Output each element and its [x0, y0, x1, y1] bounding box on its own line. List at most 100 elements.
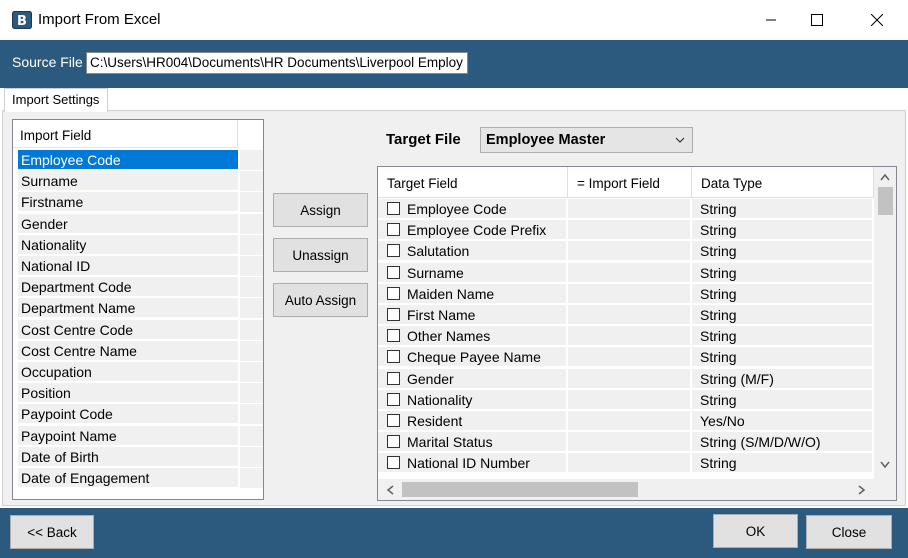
import-field-row[interactable]: National ID	[18, 256, 263, 277]
minimize-button[interactable]	[748, 0, 794, 40]
import-field-cell[interactable]	[568, 199, 690, 219]
vertical-scrollbar[interactable]	[874, 167, 896, 479]
import-field-cell[interactable]	[568, 283, 690, 304]
import-field-row[interactable]: Position	[18, 383, 263, 405]
row-checkbox[interactable]	[387, 456, 400, 470]
data-type-cell: String	[692, 241, 872, 262]
import-field-row[interactable]: Gender	[18, 213, 263, 235]
import-field-cell[interactable]	[568, 220, 690, 241]
import-field-cell[interactable]	[568, 347, 690, 368]
close-window-button[interactable]	[854, 0, 900, 40]
import-field-label: Paypoint Name	[18, 425, 238, 446]
row-checkbox[interactable]	[387, 435, 400, 449]
auto-assign-button[interactable]: Auto Assign	[273, 283, 368, 317]
import-field-extra-cell	[240, 404, 263, 426]
tab-import-settings[interactable]: Import Settings	[4, 88, 108, 112]
data-type-cell: String (M/F)	[692, 368, 872, 389]
target-field-row[interactable]: Marital Status String (S/M/D/W/O)	[378, 432, 874, 453]
import-field-list[interactable]: Import Field Employee Code Surname Firstna…	[12, 119, 264, 500]
row-checkbox[interactable]	[387, 308, 400, 321]
target-field-row[interactable]: Employee Code Prefix String	[378, 220, 874, 241]
target-field-cell: Salutation	[378, 241, 566, 262]
import-field-extra-cell	[240, 340, 263, 362]
target-field-row[interactable]: First Name String	[378, 305, 874, 326]
target-field-row[interactable]: Surname String	[378, 262, 874, 284]
close-button[interactable]: Close	[806, 515, 892, 549]
import-field-label: Date of Engagement	[18, 468, 238, 488]
row-checkbox[interactable]	[387, 244, 400, 258]
assign-button[interactable]: Assign	[273, 193, 368, 227]
row-checkbox[interactable]	[387, 414, 400, 427]
column-divider	[237, 120, 238, 148]
target-field-label: Salutation	[407, 243, 470, 260]
target-field-label: Employee Code	[407, 201, 507, 217]
data-type-cell: String	[692, 347, 872, 368]
data-type-cell: String	[692, 283, 872, 304]
import-field-cell[interactable]	[568, 241, 690, 262]
import-field-label: Date of Birth	[18, 446, 238, 467]
scroll-down-icon[interactable]	[880, 461, 890, 469]
import-field-row[interactable]: Date of Birth	[18, 446, 263, 468]
data-type-cell: String	[692, 199, 872, 219]
import-field-cell[interactable]	[568, 389, 690, 410]
target-field-row[interactable]: Maiden Name String	[378, 283, 874, 305]
row-checkbox[interactable]	[387, 329, 400, 343]
target-field-row[interactable]: Salutation String	[378, 241, 874, 262]
target-field-grid[interactable]: Target Field = Import Field Data Type Em…	[377, 166, 897, 501]
source-file-input[interactable]: C:\Users\HR004\Documents\HR Documents\Li…	[86, 52, 468, 74]
import-field-row[interactable]: Paypoint Name	[18, 425, 263, 447]
scroll-up-icon[interactable]	[880, 173, 890, 181]
target-field-row[interactable]: Gender String (M/F)	[378, 368, 874, 390]
import-field-cell[interactable]	[568, 262, 690, 283]
ok-button[interactable]: OK	[713, 514, 798, 548]
import-field-row[interactable]: Cost Centre Name	[18, 340, 263, 362]
import-field-row[interactable]: Paypoint Code	[18, 404, 263, 426]
import-field-row[interactable]: Surname	[18, 171, 263, 193]
import-field-extra-cell	[240, 256, 263, 277]
target-field-row[interactable]: Cheque Payee Name String	[378, 347, 874, 368]
close-icon	[871, 14, 883, 26]
horizontal-scroll-thumb[interactable]	[402, 482, 638, 497]
column-header-target-field[interactable]: Target Field	[378, 167, 568, 198]
maximize-button[interactable]	[794, 0, 840, 40]
target-field-row[interactable]: Nationality String	[378, 389, 874, 411]
import-field-cell[interactable]	[568, 432, 690, 453]
scroll-right-icon[interactable]	[858, 485, 866, 495]
import-field-row[interactable]: Occupation	[18, 362, 263, 383]
import-field-cell[interactable]	[568, 305, 690, 325]
row-checkbox[interactable]	[387, 350, 400, 364]
target-field-row[interactable]: Other Names String	[378, 326, 874, 347]
target-field-cell: Cheque Payee Name	[378, 347, 566, 368]
row-checkbox[interactable]	[387, 371, 400, 385]
back-button[interactable]: << Back	[10, 515, 94, 549]
import-field-row[interactable]: Cost Centre Code	[18, 319, 263, 341]
import-field-row[interactable]: Department Code	[18, 277, 263, 299]
import-field-label: Department Code	[18, 277, 238, 298]
import-field-extra-cell	[240, 468, 263, 489]
row-checkbox[interactable]	[387, 392, 400, 406]
row-checkbox[interactable]	[387, 286, 400, 300]
import-field-cell[interactable]	[568, 453, 690, 474]
target-field-row[interactable]: Employee Code String	[378, 199, 874, 220]
horizontal-scrollbar[interactable]	[378, 479, 874, 500]
import-field-row[interactable]: Department Name	[18, 298, 263, 320]
unassign-button[interactable]: Unassign	[273, 238, 368, 272]
target-field-row[interactable]: National ID Number String	[378, 453, 874, 474]
import-field-row[interactable]: Firstname	[18, 192, 263, 214]
column-header-import-field[interactable]: = Import Field	[568, 167, 692, 198]
target-field-row[interactable]: Resident Yes/No	[378, 411, 874, 432]
import-field-cell[interactable]	[568, 411, 690, 431]
import-field-row[interactable]: Nationality	[18, 234, 263, 256]
vertical-scroll-thumb[interactable]	[878, 187, 893, 215]
import-field-cell[interactable]	[568, 326, 690, 347]
import-field-row[interactable]: Employee Code	[18, 150, 263, 171]
column-header-data-type[interactable]: Data Type	[692, 167, 874, 198]
row-checkbox[interactable]	[387, 265, 400, 279]
import-field-cell[interactable]	[568, 368, 690, 389]
row-checkbox[interactable]	[387, 202, 400, 215]
target-field-label: Other Names	[407, 328, 491, 345]
import-field-row[interactable]: Date of Engagement	[18, 468, 263, 489]
target-file-select[interactable]: Employee Master	[480, 127, 693, 153]
row-checkbox[interactable]	[387, 223, 400, 237]
scroll-left-icon[interactable]	[386, 485, 394, 495]
